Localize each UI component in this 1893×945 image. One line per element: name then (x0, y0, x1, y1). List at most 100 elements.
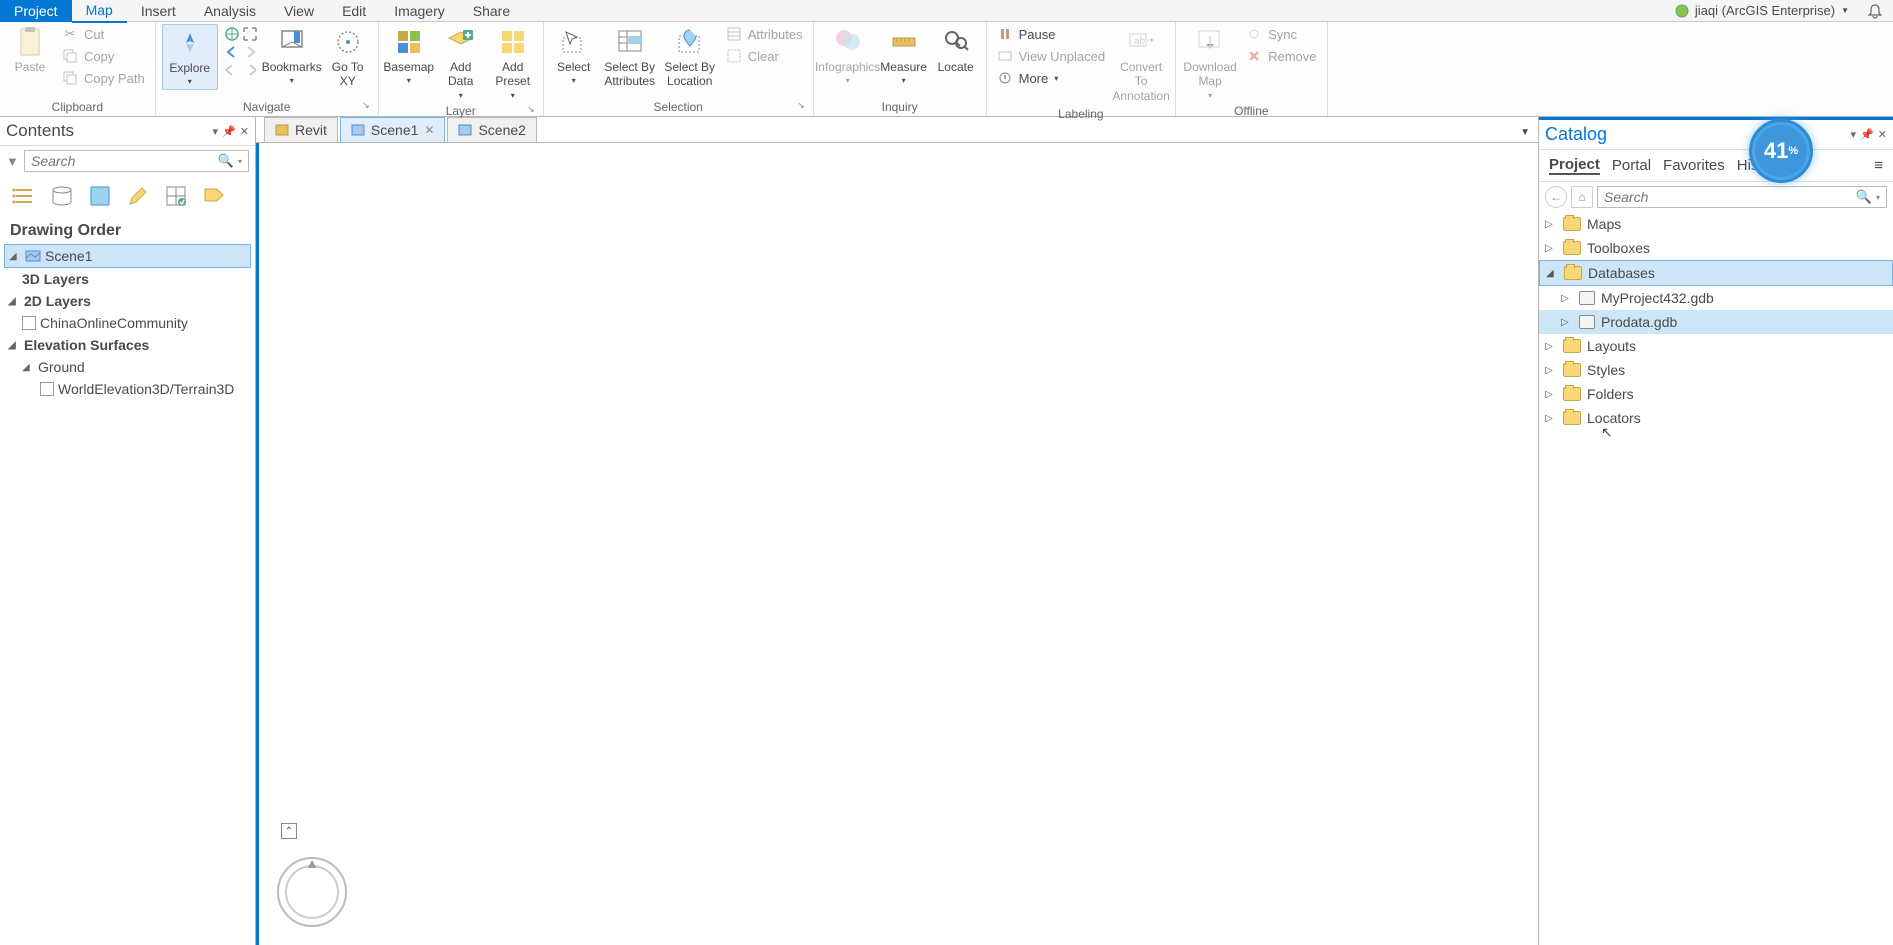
china-layer-node[interactable]: ChinaOnlineCommunity (4, 312, 251, 334)
copy-button[interactable]: Copy (58, 46, 149, 66)
catalog-folders-node[interactable]: ▷Folders (1539, 382, 1893, 406)
scene-viewport[interactable]: ⌃ ▲ (256, 143, 1538, 945)
menu-share[interactable]: Share (459, 0, 524, 22)
tab-scene1[interactable]: Scene1✕ (340, 117, 446, 142)
menu-map[interactable]: Map (72, 0, 127, 23)
ribbon: Paste ✂Cut Copy Copy Path Clipboard Expl… (0, 22, 1893, 117)
2d-layers-node[interactable]: ◢2D Layers (4, 290, 251, 312)
convert-annotation-button[interactable]: ab Convert To Annotation (1113, 24, 1169, 105)
menu-imagery[interactable]: Imagery (380, 0, 459, 22)
bookmarks-button[interactable]: Bookmarks▾ (264, 24, 320, 88)
menu-view[interactable]: View (270, 0, 328, 22)
catalog-search-input[interactable] (1604, 189, 1856, 205)
next-extent-icon[interactable] (242, 44, 258, 60)
scene-node[interactable]: ◢ Scene1 (4, 244, 251, 268)
copy-path-button[interactable]: Copy Path (58, 68, 149, 88)
cut-button[interactable]: ✂Cut (58, 24, 149, 44)
catalog-tab-portal[interactable]: Portal (1612, 157, 1651, 174)
zoom-prev-icon[interactable] (224, 62, 240, 78)
search-icon[interactable]: 🔍 (1856, 189, 1872, 205)
catalog-home-button[interactable]: ⌂ (1571, 186, 1593, 208)
navigator-compass[interactable]: ▲ (277, 857, 347, 927)
checkbox[interactable] (40, 382, 54, 396)
prev-extent-icon[interactable] (224, 44, 240, 60)
notifications-button[interactable] (1857, 3, 1893, 19)
view-unplaced-button[interactable]: View Unplaced (993, 46, 1109, 66)
select-by-attributes-button[interactable]: Select By Attributes (602, 24, 658, 91)
fixed-zoom-in-icon[interactable] (242, 26, 258, 42)
catalog-pin-icon[interactable]: 📌 (1860, 128, 1874, 141)
user-menu[interactable]: jiaqi (ArcGIS Enterprise) ▼ (1667, 3, 1857, 18)
explore-button[interactable]: Explore▾ (162, 24, 218, 90)
list-by-labeling-icon[interactable] (200, 182, 228, 210)
3d-layers-node[interactable]: 3D Layers (4, 268, 251, 290)
catalog-tree: ▷Maps ▷Toolboxes ◢Databases ▷MyProject43… (1539, 212, 1893, 430)
more-button[interactable]: More ▾ (993, 68, 1109, 88)
contents-pin-icon[interactable]: 📌 (222, 125, 236, 138)
infographics-button[interactable]: Infographics▾ (820, 24, 876, 88)
attributes-button[interactable]: Attributes (722, 24, 807, 44)
list-by-selection-icon[interactable] (86, 182, 114, 210)
catalog-db-item-0[interactable]: ▷MyProject432.gdb (1539, 286, 1893, 310)
ribbon-group-selection: Select▾ Select By Attributes Select By L… (544, 22, 814, 116)
menu-project[interactable]: Project (0, 0, 72, 22)
remove-button[interactable]: Remove (1242, 46, 1320, 66)
catalog-locators-node[interactable]: ▷Locators (1539, 406, 1893, 430)
menu-edit[interactable]: Edit (328, 0, 380, 22)
view-menu-icon[interactable]: ▼ (1512, 123, 1538, 142)
catalog-close-icon[interactable]: ✕ (1878, 128, 1887, 141)
tab-revit[interactable]: Revit (264, 117, 338, 142)
pause-button[interactable]: Pause (993, 24, 1109, 44)
filter-icon[interactable]: ▼ (6, 154, 20, 169)
catalog-layouts-node[interactable]: ▷Layouts (1539, 334, 1893, 358)
sync-button[interactable]: Sync (1242, 24, 1320, 44)
elevation-surfaces-node[interactable]: ◢Elevation Surfaces (4, 334, 251, 356)
ground-node[interactable]: ◢Ground (4, 356, 251, 378)
locate-button[interactable]: Locate (932, 24, 980, 76)
catalog-back-button[interactable]: ← (1545, 186, 1567, 208)
list-by-drawing-order-icon[interactable] (10, 182, 38, 210)
list-by-snapping-icon[interactable] (162, 182, 190, 210)
catalog-tab-favorites[interactable]: Favorites (1663, 157, 1725, 174)
catalog-menu-icon[interactable]: ≡ (1874, 157, 1883, 174)
contents-search[interactable]: 🔍 ▾ (24, 150, 249, 172)
basemap-button[interactable]: Basemap▾ (385, 24, 433, 88)
catalog-databases-node[interactable]: ◢Databases (1539, 260, 1893, 286)
measure-button[interactable]: Measure▾ (880, 24, 928, 88)
select-button[interactable]: Select▾ (550, 24, 598, 88)
folder-icon (1563, 241, 1581, 255)
ribbon-group-labeling: Pause View Unplaced More ▾ ab Convert To… (987, 22, 1176, 116)
checkbox[interactable] (22, 316, 36, 330)
select-by-location-button[interactable]: Select By Location (662, 24, 718, 91)
navigator-expand-icon[interactable]: ⌃ (281, 823, 297, 839)
menu-insert[interactable]: Insert (127, 0, 190, 22)
catalog-db-item-1[interactable]: ▷Prodata.gdb ↖ (1539, 310, 1893, 334)
navigator-widget[interactable]: ⌃ ▲ (277, 823, 347, 927)
catalog-dropdown-icon[interactable]: ▾ (1851, 128, 1857, 141)
go-to-xy-button[interactable]: Go To XY (324, 24, 372, 91)
world-elevation-node[interactable]: WorldElevation3D/Terrain3D (4, 378, 251, 400)
search-icon[interactable]: 🔍 (218, 153, 234, 169)
add-data-button[interactable]: Add Data▾ (437, 24, 485, 102)
contents-search-input[interactable] (31, 153, 218, 169)
list-by-editing-icon[interactable] (124, 182, 152, 210)
catalog-search[interactable]: 🔍 ▾ (1597, 186, 1887, 208)
ribbon-group-offline: Download Map▾ Sync Remove Offline (1176, 22, 1327, 116)
contents-close-icon[interactable]: ✕ (240, 125, 249, 138)
catalog-panel: 41% Catalog ▾ 📌 ✕ Project Portal Favorit… (1538, 117, 1893, 945)
tab-close-icon[interactable]: ✕ (424, 123, 434, 137)
list-by-source-icon[interactable] (48, 182, 76, 210)
download-map-button[interactable]: Download Map▾ (1182, 24, 1238, 102)
catalog-maps-node[interactable]: ▷Maps (1539, 212, 1893, 236)
menu-analysis[interactable]: Analysis (190, 0, 270, 22)
full-extent-icon[interactable] (224, 26, 240, 42)
catalog-toolboxes-node[interactable]: ▷Toolboxes (1539, 236, 1893, 260)
zoom-next-icon[interactable] (242, 62, 258, 78)
tab-scene2[interactable]: Scene2 (447, 117, 536, 142)
catalog-styles-node[interactable]: ▷Styles (1539, 358, 1893, 382)
contents-dropdown-icon[interactable]: ▾ (213, 125, 219, 138)
add-preset-button[interactable]: Add Preset▾ (489, 24, 537, 102)
paste-button[interactable]: Paste (6, 24, 54, 76)
clear-button[interactable]: Clear (722, 46, 807, 66)
catalog-tab-project[interactable]: Project (1549, 156, 1600, 175)
